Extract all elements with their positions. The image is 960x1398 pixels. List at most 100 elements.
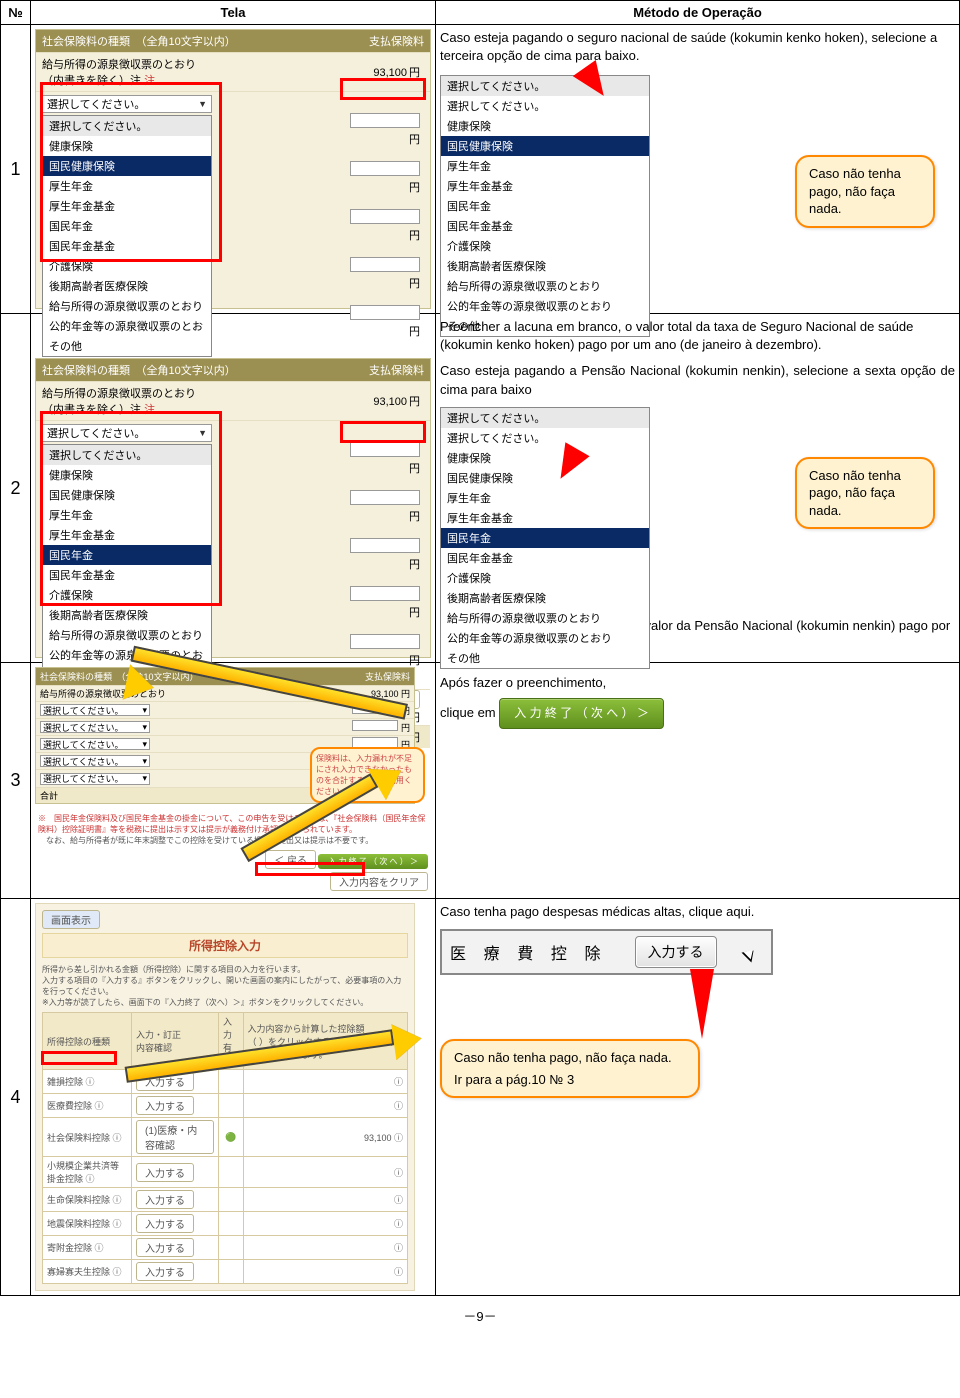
list-item[interactable]: 後期高齢者医療保険 — [43, 605, 211, 625]
input-button[interactable]: 入力する — [136, 1238, 194, 1257]
list-item[interactable]: 厚生年金基金 — [441, 508, 649, 528]
list-item[interactable]: 給与所得の源泉徴収票のとおり — [441, 608, 649, 628]
dropdown-list-1[interactable]: 選択してください。 健康保険 国民健康保険 厚生年金 厚生年金基金 国民年金 国… — [42, 115, 212, 357]
amount-input[interactable] — [350, 490, 420, 505]
screenshot-form-2: 社会保険料の種類 （全角10文字以内） 支払保険料 給与所得の源泉徴収票のとおり… — [35, 358, 431, 658]
list-item[interactable]: 厚生年金 — [441, 156, 649, 176]
list-item[interactable]: 後期高齢者医療保険 — [43, 276, 211, 296]
input-button[interactable]: 入力する — [136, 1096, 194, 1115]
list-item[interactable]: 介護保険 — [441, 236, 649, 256]
amount-input[interactable] — [350, 209, 420, 224]
dropdown[interactable]: 選択してください。▾ — [40, 704, 150, 716]
list-item[interactable]: 健康保険 — [441, 448, 649, 468]
list-item[interactable]: 選択してください。 — [43, 116, 211, 136]
input-button[interactable]: 入力する — [136, 1214, 194, 1233]
list-item[interactable]: 介護保険 — [43, 585, 211, 605]
list-item[interactable]: 国民年金 — [441, 196, 649, 216]
list-item[interactable]: 国民年金基金 — [43, 565, 211, 585]
list-item[interactable]: 介護保険 — [441, 568, 649, 588]
amount-input[interactable] — [350, 257, 420, 272]
list-item[interactable]: 選択してください。 — [43, 445, 211, 465]
list-item[interactable]: 公的年金等の源泉徴収票のとお — [43, 316, 211, 336]
list-item[interactable]: 国民年金基金 — [441, 548, 649, 568]
chevron-down-icon: ▼ — [198, 428, 207, 438]
input-button[interactable]: 入力する — [136, 1072, 194, 1091]
input-button[interactable]: 入力する — [136, 1163, 194, 1182]
amount-input[interactable] — [350, 305, 420, 320]
link-button[interactable]: 画面表示 — [42, 910, 100, 929]
list-item[interactable]: 健康保険 — [43, 465, 211, 485]
jp-line1: 給与所得の源泉徴収票のとおり — [42, 385, 334, 401]
list-item[interactable]: 国民年金 — [441, 528, 649, 548]
list-item[interactable]: 公的年金等の源泉徴収票のとおり — [441, 628, 649, 648]
dropdown[interactable]: 選択してください。▾ — [40, 755, 150, 767]
list-item[interactable]: 厚生年金 — [43, 505, 211, 525]
amount-input[interactable] — [350, 538, 420, 553]
content-button[interactable]: (1)医療・内容確認 — [136, 1120, 214, 1154]
dropdown[interactable]: 選択してください。▾ — [40, 773, 150, 785]
amount-input[interactable] — [350, 442, 420, 457]
list-item[interactable]: 国民健康保険 — [441, 136, 649, 156]
callout-bubble: Caso não tenha pago, não faça nada. — [795, 155, 935, 228]
dropdown-1[interactable]: 選択してください。▼ — [42, 95, 212, 113]
list-item[interactable]: 健康保険 — [441, 116, 649, 136]
list-item[interactable]: 後期高齢者医療保険 — [441, 588, 649, 608]
dropdown-list-expanded-2[interactable]: 選択してください。 選択してください。 健康保険 国民健康保険 厚生年金 厚生年… — [440, 407, 650, 669]
list-item[interactable]: 介護保険 — [43, 256, 211, 276]
doc-table: № Tela Método de Operação 1 社会保険料の種類 （全角… — [0, 0, 960, 1296]
back-button[interactable]: ＜ 戻る — [265, 850, 316, 869]
amount-input[interactable] — [352, 720, 398, 731]
dropdown[interactable]: 選択してください。▾ — [40, 738, 150, 750]
col-hdr-1: 社会保険料の種類 （全角10文字以内） — [42, 362, 236, 378]
clear-button[interactable]: 入力内容をクリア — [330, 872, 428, 891]
list-item[interactable]: 給与所得の源泉徴収票のとおり — [43, 296, 211, 316]
list-item[interactable]: 国民健康保険 — [43, 156, 211, 176]
list-item[interactable]: 健康保険 — [43, 136, 211, 156]
page-number: －9－ — [0, 1296, 960, 1335]
list-item[interactable]: 国民年金 — [43, 216, 211, 236]
amount-input[interactable] — [350, 161, 420, 176]
list-item[interactable]: 選択してください。 — [441, 96, 649, 116]
row-num-2: 2 — [1, 314, 31, 663]
list-item[interactable]: 国民健康保険 — [43, 485, 211, 505]
list-item[interactable]: 国民年金基金 — [43, 236, 211, 256]
op-text: Preencher a lacuna em branco, o valor to… — [440, 318, 955, 354]
list-item[interactable]: 厚生年金基金 — [43, 196, 211, 216]
list-item[interactable]: その他 — [43, 336, 211, 356]
input-button[interactable]: 入力する — [136, 1262, 194, 1281]
input-button[interactable]: 入力する — [635, 936, 717, 968]
list-item[interactable]: 国民年金基金 — [441, 216, 649, 236]
list-item[interactable]: 国民年金 — [43, 545, 211, 565]
chevron-down-icon: ▾ — [142, 773, 147, 784]
list-item[interactable]: 厚生年金 — [43, 176, 211, 196]
amount-input[interactable] — [350, 634, 420, 649]
list-item[interactable]: 給与所得の源泉徴収票のとおり — [43, 625, 211, 645]
amount-input[interactable] — [352, 703, 398, 714]
list-item[interactable]: 厚生年金 — [441, 488, 649, 508]
amount-input[interactable] — [350, 586, 420, 601]
chevron-down-icon: ▼ — [198, 99, 207, 109]
list-item[interactable]: 公的年金等の源泉徴収票のとお — [43, 645, 211, 665]
list-item[interactable]: 厚生年金基金 — [441, 176, 649, 196]
submit-button[interactable]: 入 力 終 了 （ 次 へ ） ＞ — [318, 854, 428, 869]
jp-line2: （内書きを除く）注 — [42, 404, 141, 416]
list-item[interactable]: 選択してください。 — [441, 76, 649, 96]
list-item[interactable]: 国民健康保険 — [441, 468, 649, 488]
op-text: Caso esteja pagando o seguro nacional de… — [440, 29, 955, 65]
list-item[interactable]: 厚生年金基金 — [43, 525, 211, 545]
dropdown-1[interactable]: 選択してください。▼ — [42, 424, 212, 442]
list-item[interactable]: 給与所得の源泉徴収票のとおり — [441, 276, 649, 296]
list-item[interactable]: 選択してください。 — [441, 408, 649, 428]
list-item[interactable]: 選択してください。 — [441, 428, 649, 448]
submit-button[interactable]: 入 力 終 了 （ 次 へ ） ＞ — [499, 698, 664, 729]
bar-label: 医 療 費 控 除 — [450, 940, 605, 964]
tiny-note: 保険料は、入力漏れが不足にされ入力できなかったものを合計する時にご利用ください — [316, 754, 412, 796]
dropdown-list-2[interactable]: 選択してください。 健康保険 国民健康保険 厚生年金 厚生年金基金 国民年金 国… — [42, 444, 212, 686]
input-button[interactable]: 入力する — [136, 1190, 194, 1209]
dropdown-list-expanded[interactable]: 選択してください。 選択してください。 健康保険 国民健康保険 厚生年金 厚生年… — [440, 75, 650, 337]
op-text: Caso tenha pago despesas médicas altas, … — [440, 903, 955, 921]
list-item[interactable]: 後期高齢者医療保険 — [441, 256, 649, 276]
amount-input[interactable] — [350, 113, 420, 128]
red-arrow-icon — [690, 969, 714, 1039]
dropdown[interactable]: 選択してください。▾ — [40, 721, 150, 733]
